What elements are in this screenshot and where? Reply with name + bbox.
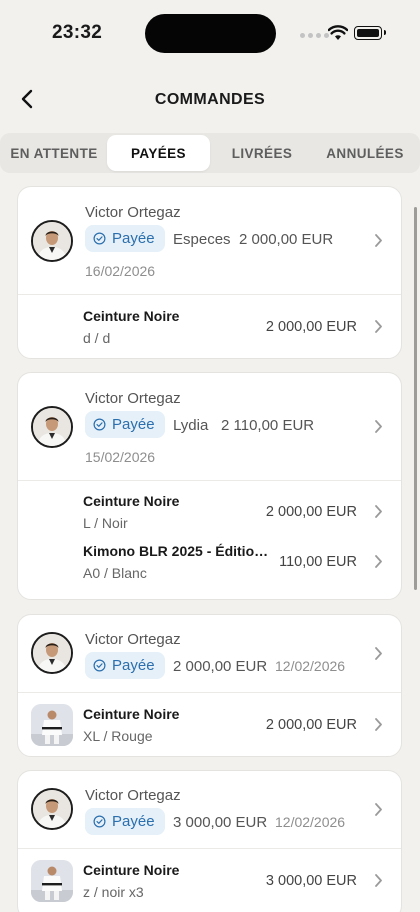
item-name: Ceinture Noire — [83, 308, 180, 324]
chevron-right-icon — [375, 874, 382, 887]
order-card: Victor Ortegaz Payée 3 000,00 EUR 12/02/… — [17, 770, 402, 912]
order-total: 2 110,00 EUR — [221, 417, 315, 434]
dynamic-island — [145, 14, 276, 53]
order-date: 12/02/2026 — [275, 658, 346, 674]
wifi-icon — [328, 25, 348, 40]
check-circle-icon — [93, 232, 106, 245]
chevron-right-icon — [375, 320, 382, 333]
order-date: 15/02/2026 — [85, 449, 156, 465]
order-item-row[interactable]: Ceinture Noire d / d 2 000,00 EUR — [18, 295, 401, 358]
order-item-row[interactable]: Kimono BLR 2025 - Édition... A0 / Blanc … — [18, 537, 401, 599]
tab-annulees[interactable]: ANNULÉES — [315, 135, 415, 171]
order-summary[interactable]: Victor Ortegaz Payée 2 000,00 EUR 12/02/… — [18, 615, 401, 693]
item-variant: L / Noir — [83, 515, 128, 531]
customer-name: Victor Ortegaz — [85, 787, 181, 804]
chevron-right-icon — [375, 555, 382, 568]
tab-en-attente[interactable]: EN ATTENTE — [4, 135, 104, 171]
item-price: 110,00 EUR — [279, 554, 357, 570]
order-card: Victor Ortegaz Payée Lydia 2 110,00 EUR … — [17, 372, 402, 600]
page-title: COMMANDES — [154, 91, 266, 108]
item-variant: d / d — [83, 330, 111, 346]
order-total: 3 000,00 EUR — [173, 814, 268, 831]
order-total: 2 000,00 EUR — [173, 658, 268, 675]
status-badge: Payée — [85, 225, 165, 252]
customer-avatar — [31, 632, 73, 674]
product-thumbnail — [31, 704, 73, 746]
payment-method: Especes — [173, 231, 231, 248]
item-price: 2 000,00 EUR — [265, 504, 357, 520]
product-thumbnail — [31, 860, 73, 902]
item-name: Kimono BLR 2025 - Édition... — [83, 543, 273, 559]
tab-bar: EN ATTENTE PAYÉES LIVRÉES ANNULÉES — [0, 133, 420, 173]
order-total: 2 000,00 EUR — [239, 231, 334, 248]
scrollbar[interactable] — [414, 207, 417, 590]
orders-list[interactable]: Victor Ortegaz Payée Especes 2 000,00 EU… — [0, 186, 420, 912]
order-summary[interactable]: Victor Ortegaz Payée Especes 2 000,00 EU… — [18, 187, 401, 295]
order-summary[interactable]: Victor Ortegaz Payée 3 000,00 EUR 12/02/… — [18, 771, 401, 849]
chevron-right-icon — [375, 505, 382, 518]
item-variant: z / noir x3 — [83, 884, 144, 900]
item-price: 2 000,00 EUR — [265, 319, 357, 335]
header: COMMANDES — [0, 76, 420, 122]
chevron-right-icon — [375, 803, 382, 816]
item-name: Ceinture Noire — [83, 862, 180, 878]
chevron-right-icon — [375, 718, 382, 731]
chevron-right-icon — [375, 234, 382, 247]
check-circle-icon — [93, 815, 106, 828]
order-date: 16/02/2026 — [85, 263, 156, 279]
item-variant: XL / Rouge — [83, 728, 153, 744]
customer-name: Victor Ortegaz — [85, 204, 181, 221]
item-variant: A0 / Blanc — [83, 565, 147, 581]
check-circle-icon — [93, 418, 106, 431]
tab-payees[interactable]: PAYÉES — [107, 135, 210, 171]
status-time: 23:32 — [52, 22, 103, 43]
chevron-right-icon — [375, 647, 382, 660]
battery-icon — [354, 26, 386, 40]
order-card: Victor Ortegaz Payée 2 000,00 EUR 12/02/… — [17, 614, 402, 757]
cellular-signal-icon — [300, 33, 329, 38]
order-item-row[interactable]: Ceinture Noire L / Noir 2 000,00 EUR — [18, 481, 401, 537]
item-name: Ceinture Noire — [83, 706, 180, 722]
chevron-right-icon — [375, 420, 382, 433]
status-badge-label: Payée — [112, 416, 155, 433]
status-badge-label: Payée — [112, 657, 155, 674]
item-price: 3 000,00 EUR — [265, 873, 357, 889]
customer-name: Victor Ortegaz — [85, 631, 181, 648]
status-badge-label: Payée — [112, 230, 155, 247]
status-badge: Payée — [85, 652, 165, 679]
payment-method: Lydia — [173, 417, 209, 434]
customer-avatar — [31, 220, 73, 262]
status-badge: Payée — [85, 808, 165, 835]
status-bar: 23:32 — [0, 0, 420, 66]
order-card: Victor Ortegaz Payée Especes 2 000,00 EU… — [17, 186, 402, 359]
order-summary[interactable]: Victor Ortegaz Payée Lydia 2 110,00 EUR … — [18, 373, 401, 481]
status-badge-label: Payée — [112, 813, 155, 830]
check-circle-icon — [93, 659, 106, 672]
customer-avatar — [31, 788, 73, 830]
tab-livrees[interactable]: LIVRÉES — [212, 135, 312, 171]
item-name: Ceinture Noire — [83, 493, 180, 509]
item-price: 2 000,00 EUR — [265, 717, 357, 733]
order-item-row[interactable]: Ceinture Noire z / noir x3 3 000,00 EUR — [18, 849, 401, 912]
order-item-row[interactable]: Ceinture Noire XL / Rouge 2 000,00 EUR — [18, 693, 401, 756]
customer-avatar — [31, 406, 73, 448]
customer-name: Victor Ortegaz — [85, 390, 181, 407]
order-date: 12/02/2026 — [275, 814, 346, 830]
status-badge: Payée — [85, 411, 165, 438]
